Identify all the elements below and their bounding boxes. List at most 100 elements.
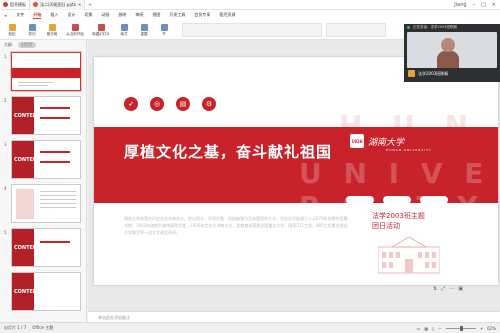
minimize-icon[interactable]: – bbox=[473, 2, 476, 8]
cut-button[interactable]: 剪切 bbox=[24, 23, 40, 37]
window-controls: Jiang – □ × bbox=[454, 2, 500, 8]
normal-view-icon[interactable]: ▭ bbox=[417, 326, 421, 331]
thumbnail-2[interactable]: 2 CONTENT bbox=[0, 96, 87, 136]
new-tab-icon[interactable]: + bbox=[85, 2, 94, 7]
meeting-panel[interactable]: 正在讲话：法学2003班陈娴 法学2003班陈娴 bbox=[404, 24, 500, 82]
university-wordmark: 湖南大学 HUNAN UNIVERSITY bbox=[368, 135, 431, 152]
slide-controls: ⇅ ⤢ ⋯ ▣ bbox=[433, 286, 463, 292]
app-window: 稻壳模板 法二(3)班团日.pptx × + Jiang – □ × ≡ 文件 … bbox=[0, 0, 500, 333]
reset-icon bbox=[140, 23, 148, 31]
docer-icon bbox=[3, 2, 8, 7]
thumbnail-image: CONTENT bbox=[11, 228, 81, 267]
maximize-icon[interactable]: □ bbox=[481, 2, 486, 8]
participant-body bbox=[437, 51, 459, 68]
thumbnail-image: CONTENT bbox=[11, 272, 81, 311]
current-slide[interactable]: ➶ ◎ ▤ ⚙ H U N A N U N I V E R S I T Y 厚植… bbox=[94, 57, 498, 285]
paste-button[interactable]: 粘贴 bbox=[4, 23, 20, 37]
more-icon[interactable]: ⋯ bbox=[449, 286, 454, 292]
thumbnail-3[interactable]: 3 CONTENT bbox=[0, 140, 87, 180]
new-slide-icon bbox=[97, 23, 105, 31]
menu-icon[interactable]: ≡ bbox=[4, 13, 7, 18]
cut-icon bbox=[28, 23, 36, 31]
tab-docer[interactable]: 稻壳模板 bbox=[0, 0, 29, 10]
sorter-view-icon[interactable]: ▦ bbox=[424, 326, 428, 331]
section-label: 节 bbox=[162, 31, 166, 36]
zoom-controls: ▭ ▦ ▯ − + 62% bbox=[417, 325, 500, 331]
thumb-content-label: CONTENT bbox=[14, 113, 41, 119]
white-pill-2 bbox=[383, 196, 411, 204]
tab-document-label: 法二(3)班团日.pptx bbox=[40, 1, 76, 7]
thumb-content-label: CONTENT bbox=[14, 289, 41, 295]
slide-count: 幻灯片 1 / 7 bbox=[4, 325, 27, 330]
play-from-current-button[interactable]: 从当前开始 bbox=[64, 23, 86, 37]
new-slide-label: 新建幻灯片 bbox=[92, 31, 110, 36]
layout-button[interactable]: 版式 bbox=[116, 23, 132, 37]
user-name[interactable]: Jiang bbox=[454, 2, 466, 8]
thumb-line bbox=[40, 207, 76, 208]
reset-button[interactable]: 重置 bbox=[136, 23, 152, 37]
menu-slideshow[interactable]: 放映 bbox=[118, 12, 126, 18]
menu-insert[interactable]: 插入 bbox=[50, 12, 58, 18]
zoom-slider-knob[interactable] bbox=[459, 325, 463, 331]
cut-label: 剪切 bbox=[28, 31, 36, 36]
thumbnail-image bbox=[11, 52, 81, 91]
menu-developer[interactable]: 开发工具 bbox=[169, 12, 185, 18]
slide-thumbnail-pane: 大纲 幻灯片 1 2 CONTENT 3 CONTENT 4 5 CONTENT… bbox=[0, 40, 87, 323]
notes-placeholder: 单击此处添加备注 bbox=[98, 315, 130, 320]
menu-row: ≡ 文件 开始 插入 设计 切换 动画 放映 审阅 视图 开发工具 会员专享 稻… bbox=[0, 10, 500, 20]
zoom-in-icon[interactable]: + bbox=[480, 326, 483, 331]
zoom-level[interactable]: 62% bbox=[487, 326, 496, 331]
theme-name: Office 主题 bbox=[32, 325, 54, 330]
menu-transition[interactable]: 切换 bbox=[84, 12, 92, 18]
tab-slides[interactable]: 幻灯片 bbox=[18, 42, 36, 48]
slide-body-text[interactable]: 湖南大学坐落在历史文化名城长沙，依山傍水，环境优美，校园被誉为没有围墙的大学。学… bbox=[124, 215, 349, 236]
thumbnail-5[interactable]: 5 CONTENT bbox=[0, 228, 87, 268]
thumb-line bbox=[40, 195, 76, 196]
tab-docer-label: 稻壳模板 bbox=[10, 1, 26, 7]
menu-animation[interactable]: 动画 bbox=[101, 12, 109, 18]
close-tab-icon[interactable]: × bbox=[78, 2, 81, 7]
thumbnail-4[interactable]: 4 bbox=[0, 184, 87, 224]
target-icon: ◎ bbox=[150, 97, 164, 111]
slide-title[interactable]: 厚植文化之基，奋斗献礼祖国 bbox=[124, 141, 332, 162]
thumbnail-1[interactable]: 1 bbox=[0, 52, 87, 92]
thumbnail-number: 2 bbox=[4, 98, 7, 103]
thumbnail-number: 4 bbox=[4, 186, 7, 191]
thumb-red-band bbox=[12, 68, 80, 78]
participant-name: 法学2003班陈娴 bbox=[418, 71, 449, 76]
paragraph-format-area[interactable] bbox=[326, 23, 386, 37]
reading-view-icon[interactable]: ▯ bbox=[432, 326, 434, 331]
menu-resources[interactable]: 稻壳资源 bbox=[219, 12, 235, 18]
zoom-out-icon[interactable]: − bbox=[438, 326, 441, 331]
tab-outline[interactable]: 大纲 bbox=[4, 42, 12, 48]
tab-document[interactable]: 法二(3)班团日.pptx × bbox=[29, 0, 86, 10]
menu-review[interactable]: 审阅 bbox=[135, 12, 143, 18]
university-logo: 1926 湖南大学 HUNAN UNIVERSITY bbox=[350, 134, 431, 152]
thumbnail-image: CONTENT bbox=[11, 140, 81, 179]
zoom-slide-icon[interactable]: ⤢ bbox=[441, 286, 445, 292]
menu-member[interactable]: 会员专享 bbox=[194, 12, 210, 18]
menu-home[interactable]: 开始 bbox=[33, 12, 42, 19]
format-painter-button[interactable]: 格式刷 bbox=[44, 23, 60, 37]
title-bar: 稻壳模板 法二(3)班团日.pptx × + Jiang – □ × bbox=[0, 0, 500, 10]
font-format-area[interactable] bbox=[182, 23, 322, 37]
close-window-icon[interactable]: × bbox=[492, 2, 496, 8]
sort-icon[interactable]: ⇅ bbox=[433, 286, 437, 292]
section-icon bbox=[160, 23, 168, 31]
zoom-slider[interactable] bbox=[445, 325, 476, 331]
meeting-status: 正在讲话：法学2003班陈娴 bbox=[413, 25, 457, 29]
slide-subtitle-line2[interactable]: 团日活动 bbox=[372, 221, 400, 231]
thumbnail-6[interactable]: CONTENT bbox=[0, 272, 87, 312]
menu-view[interactable]: 视图 bbox=[152, 12, 160, 18]
section-button[interactable]: 节 bbox=[156, 23, 172, 37]
ppt-file-icon bbox=[33, 2, 38, 7]
slide-subtitle-line1[interactable]: 法学2003班主题 bbox=[372, 211, 425, 221]
play-icon bbox=[71, 23, 79, 31]
fit-icon[interactable]: ▣ bbox=[458, 286, 463, 292]
reset-label: 重置 bbox=[140, 31, 148, 36]
menu-file[interactable]: 文件 bbox=[16, 12, 24, 18]
layout-icon bbox=[120, 23, 128, 31]
layout-label: 版式 bbox=[120, 31, 128, 36]
new-slide-button[interactable]: 新建幻灯片 bbox=[90, 23, 112, 37]
menu-design[interactable]: 设计 bbox=[67, 12, 75, 18]
